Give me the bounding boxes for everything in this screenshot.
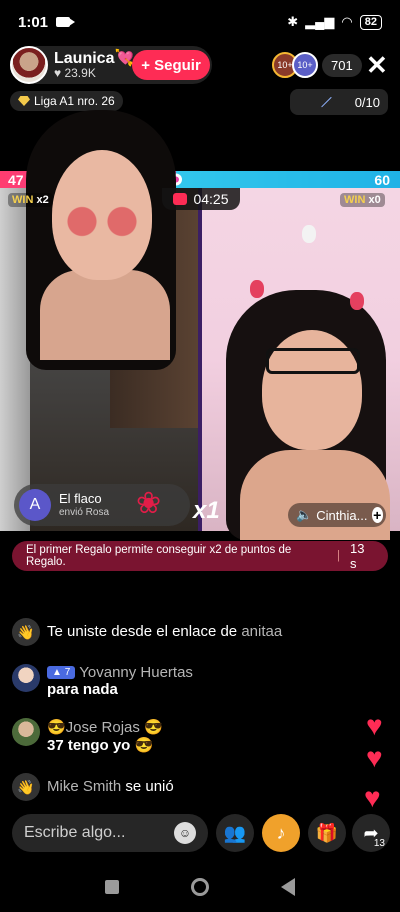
right-win-count: x0 [368, 194, 381, 206]
heart-icon: ♥ [364, 782, 381, 813]
host-info-bar[interactable]: Launica💘 ♥ 23.9K + Seguir [10, 46, 212, 84]
opponent-name-tag[interactable]: 🔈 Cinthia... + [288, 503, 386, 527]
host-figure-body [40, 270, 170, 360]
chat-text: Te uniste desde el enlace de [47, 623, 238, 640]
chat-message: 👋 Mike Smith se unió [12, 773, 174, 801]
top-viewer-avatar[interactable]: 10+ [292, 52, 318, 78]
gift-icon[interactable]: 🎁 [308, 814, 346, 852]
opponent-name: Cinthia... [316, 507, 368, 523]
wave-icon: 👋 [12, 618, 40, 646]
notice-separator: | [336, 550, 340, 562]
battle-notice: El primer Regalo permite conseguir x2 de… [12, 541, 388, 571]
status-time: 1:01 [18, 13, 49, 31]
gift-description: envió Rosa [59, 506, 110, 518]
wave-icon: 👋 [12, 773, 40, 801]
diamond-icon [18, 96, 30, 106]
wifi-icon: ◠ [341, 14, 353, 29]
chat-text: 37 tengo yo 😎 [47, 737, 154, 754]
video-camera-icon [56, 17, 76, 27]
league-badge[interactable]: Liga A1 nro. 26 [10, 91, 123, 111]
battery-icon: 82 [359, 14, 382, 30]
bear-decor [350, 292, 364, 310]
gift-multiplier: x1 [193, 497, 220, 524]
battle-right-score: 60 [176, 171, 400, 188]
left-score: 47 [8, 171, 24, 188]
share-count: 13 [373, 838, 385, 849]
host-figure-face [52, 150, 152, 280]
follow-opponent-button[interactable]: + [371, 507, 383, 523]
left-win-badge: WIN x2 [8, 193, 53, 207]
gift-notification: A El flaco envió Rosa [14, 484, 190, 526]
notice-text: El primer Regalo permite conseguir x2 de… [26, 544, 292, 568]
host-avatar[interactable] [10, 46, 48, 84]
notice-seconds: 13 s [349, 541, 365, 571]
back-button[interactable] [281, 878, 295, 896]
recents-button[interactable] [105, 880, 119, 894]
comment-input[interactable]: Escribe algo... ☺ [12, 814, 208, 852]
user-avatar[interactable] [12, 718, 40, 746]
emoji-icon[interactable]: ☺ [174, 822, 196, 844]
chat-message: ▲ 7 Yovanny Huertas para nada [12, 664, 193, 698]
follow-button[interactable]: + Seguir [132, 50, 210, 80]
right-win-badge: WIN x0 [340, 193, 385, 207]
host-info: Launica💘 ♥ 23.9K [54, 50, 134, 81]
signal-icon: ▂▄▆ [305, 14, 335, 29]
status-icons: ✱ ▂▄▆ ◠ 82 [287, 14, 382, 30]
chat-text: se unió [125, 778, 174, 795]
gifter-avatar: A [19, 489, 51, 521]
comment-placeholder: Escribe algo... [24, 824, 126, 841]
video-divider [198, 188, 202, 531]
win-word: WIN [12, 194, 34, 206]
status-bar: 1:01 ✱ ▂▄▆ ◠ 82 [0, 0, 400, 44]
chat-username[interactable]: Mike Smith [47, 778, 121, 795]
mute-icon[interactable]: 🔈 [296, 507, 312, 523]
chat-message: 👋 Te uniste desde el enlace de anitaa [12, 618, 282, 646]
multi-guest-icon[interactable]: 👥 [216, 814, 254, 852]
gift-progress[interactable]: 0/10 [290, 89, 388, 115]
chat-text: para nada [47, 681, 118, 698]
right-score: 60 [374, 171, 390, 188]
chat-username[interactable]: 😎Jose Rojas 😎 [47, 718, 163, 736]
gifter-name: El flaco [59, 490, 102, 506]
bluetooth-icon: ✱ [287, 14, 299, 29]
home-button[interactable] [191, 878, 209, 896]
battle-icon [173, 193, 188, 205]
bear-decor [302, 225, 316, 243]
gift-progress-value: 0/10 [354, 94, 380, 110]
chat-link-user[interactable]: anitaa [241, 623, 282, 640]
close-icon[interactable]: ✕ [366, 52, 388, 78]
heart-icon: ♥ [366, 710, 383, 741]
user-level-badge: ▲ 7 [47, 666, 76, 679]
opponent-glasses [266, 348, 360, 374]
host-likes: ♥ 23.9K [54, 66, 96, 81]
chat-username[interactable]: Yovanny Huertas [79, 664, 193, 681]
win-word: WIN [344, 194, 366, 206]
battle-timer: 04:25 [162, 188, 240, 210]
timer-value: 04:25 [193, 191, 229, 207]
gem-icon [321, 96, 332, 108]
share-icon[interactable]: ➦ 13 [352, 814, 390, 852]
host-name: Launica💘 [54, 49, 135, 67]
user-avatar[interactable] [12, 664, 40, 692]
viewers-group[interactable]: 10+ 10+ 701 [272, 52, 362, 78]
system-nav-bar [0, 862, 400, 912]
league-label: Liga A1 nro. 26 [34, 94, 115, 108]
left-win-count: x2 [36, 194, 49, 206]
chat-message: 😎Jose Rojas 😎 37 tengo yo 😎 [12, 718, 163, 754]
rose-gift-icon: ❀ [136, 487, 162, 520]
promote-icon[interactable]: ♪ [262, 814, 300, 852]
heart-icon: ♥ [366, 742, 383, 773]
bear-decor [250, 280, 264, 298]
viewer-count[interactable]: 701 [322, 53, 362, 77]
